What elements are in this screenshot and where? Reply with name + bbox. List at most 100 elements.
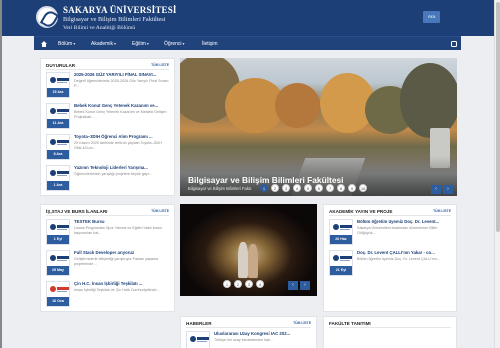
chevron-down-icon: ▾ bbox=[182, 42, 185, 46]
divider bbox=[46, 215, 169, 216]
date-badge: 1 Eyl bbox=[47, 235, 69, 244]
item-title[interactable]: Yazının Teknoloji Liderleri Yarışma... bbox=[74, 165, 169, 170]
slide-prev-button[interactable]: ‹ bbox=[431, 185, 441, 194]
page-scrollbar[interactable] bbox=[494, 0, 500, 348]
slide-page-5[interactable]: 5 bbox=[304, 184, 312, 192]
item-description: Geliştirmelerle bilişimliği yarıştırıyor… bbox=[74, 257, 159, 267]
item-title[interactable]: Uluslararası Uzay Kongresi IAC 202... bbox=[214, 331, 311, 336]
divider bbox=[186, 327, 311, 328]
list-item[interactable]: 29 May Full Stack Developer arıyoruz Gel… bbox=[46, 250, 169, 278]
list-item[interactable]: Uluslararası Uzay Kongresi IAC 202... Tü… bbox=[186, 331, 311, 348]
all-list-link[interactable]: TÜM LİSTE bbox=[151, 63, 169, 67]
date-badge: 16 Oca bbox=[47, 297, 69, 306]
all-list-link[interactable]: TÜM LİSTE bbox=[293, 321, 311, 325]
academic-thumbnail: 26 Haz bbox=[329, 219, 353, 245]
news-thumbnail bbox=[186, 331, 210, 348]
slide-page-2[interactable]: 2 bbox=[271, 184, 279, 192]
nav-item-ogrenci[interactable]: Öğrenci▾ bbox=[164, 37, 184, 51]
slide-page-7[interactable]: 7 bbox=[326, 184, 334, 192]
jobs-panel: İŞ,STAJ VE BURS İLANLARI TÜM LİSTE 1 Eyl… bbox=[40, 204, 175, 312]
divider bbox=[329, 327, 451, 328]
list-item[interactable]: 8 Ara Toyota–3DIH Öğrenci Alım Programı … bbox=[46, 134, 169, 162]
nav-item-egitim[interactable]: Eğitim▾ bbox=[132, 37, 149, 51]
list-item[interactable]: 15 Ara 2025-2026 GÜZ YARIYILI FİNAL SINA… bbox=[46, 72, 169, 100]
nav-item-akademik[interactable]: Akademik▾ bbox=[91, 37, 116, 51]
site-header: SAKARYA ÜNİVERSİTESİ Bilgisayar ve Biliş… bbox=[2, 0, 494, 36]
list-item[interactable]: 1 Ara Yazının Teknoloji Liderleri Yarışm… bbox=[46, 165, 169, 193]
chevron-down-icon: ▾ bbox=[73, 42, 76, 46]
chevron-down-icon: ▾ bbox=[113, 42, 116, 46]
list-item[interactable]: 26 Haz Bölüm öğretim üyemiz Doç. Dr. Lev… bbox=[329, 219, 451, 247]
nav-item-iletisim[interactable]: İletişim bbox=[202, 37, 218, 51]
slide-subtitle: Bilgisayar ve Bilişim Bilimleri Fakü bbox=[188, 186, 252, 191]
date-badge: 15 Ara bbox=[47, 88, 69, 97]
all-list-link[interactable]: TÜM LİSTE bbox=[433, 209, 451, 213]
list-item[interactable]: 21 Eyl Doç. Dr. Levent ÇALLI’nın Yakar -… bbox=[329, 250, 451, 278]
date-badge: 1 Ara bbox=[47, 181, 69, 190]
item-title[interactable]: Bebek Konut Genç Yetenek Kazanım ve... bbox=[74, 103, 169, 108]
academic-thumbnail: 21 Eyl bbox=[329, 250, 353, 276]
slide-page-8[interactable]: 8 bbox=[337, 184, 345, 192]
slide-next-button[interactable]: › bbox=[443, 185, 453, 194]
item-description: Bölüm öğretim üyemiz Doç. Dr. Levent ÇAL… bbox=[357, 257, 441, 261]
date-badge: 26 Haz bbox=[330, 235, 352, 244]
video-gallery[interactable]: 1 2 3 4 ‹ › bbox=[180, 204, 317, 296]
search-button[interactable]: Ara bbox=[423, 11, 440, 23]
home-icon[interactable] bbox=[41, 41, 47, 47]
instagram-icon[interactable] bbox=[451, 41, 457, 47]
slide-page-3[interactable]: 3 bbox=[282, 184, 290, 192]
panel-title: HABERLER bbox=[186, 321, 212, 326]
divider bbox=[46, 69, 169, 70]
item-description: İnsan İşbirliği Teşkilatı ve Çin Halk Cu… bbox=[74, 288, 160, 292]
list-item[interactable]: 11 Ara Bebek Konut Genç Yetenek Kazanım … bbox=[46, 103, 169, 131]
divider bbox=[329, 215, 451, 216]
date-badge: 11 Ara bbox=[47, 119, 69, 128]
slide-page-6[interactable]: 6 bbox=[315, 184, 323, 192]
announcement-thumbnail: 15 Ara bbox=[46, 72, 70, 98]
date-badge: 29 May bbox=[47, 266, 69, 275]
announcement-thumbnail: 11 Ara bbox=[46, 103, 70, 129]
item-description: 29 Kasım 2025 tarihinde terörün yapılan … bbox=[74, 141, 162, 151]
item-title[interactable]: Çin H.C. İnsan İşbirliği Teşkilatı ... bbox=[74, 281, 169, 286]
item-description: Sakarya Üniversitesi tarafından düzenlen… bbox=[357, 226, 438, 236]
item-description: Öğrencilerimizin yarıştığı projelere büy… bbox=[74, 172, 152, 176]
date-badge: 8 Ara bbox=[47, 150, 69, 159]
gallery-page-2[interactable]: 2 bbox=[234, 280, 242, 288]
panel-title: DUYURULAR bbox=[46, 63, 76, 68]
faculty-intro-panel: FAKÜLTE TANITIMI bbox=[323, 316, 457, 348]
scrollbar-thumb[interactable] bbox=[496, 2, 500, 232]
item-title[interactable]: 2025-2026 GÜZ YARIYILI FİNAL SINAVI... bbox=[74, 72, 169, 77]
date-badge: 21 Eyl bbox=[330, 266, 352, 275]
slide-page-1[interactable]: 1 bbox=[260, 184, 268, 192]
window-edge bbox=[0, 0, 2, 348]
gallery-page-3[interactable]: 3 bbox=[245, 280, 253, 288]
job-thumbnail: 1 Eyl bbox=[46, 219, 70, 245]
nav-item-bolum[interactable]: Bölüm▾ bbox=[58, 37, 75, 51]
item-description: Değerli öğrencilerimiz 2025-2026 Güz Yar… bbox=[74, 79, 169, 89]
gallery-prev-button[interactable]: ‹ bbox=[288, 281, 298, 290]
gallery-page-1[interactable]: 1 bbox=[223, 280, 231, 288]
item-title[interactable]: Bölüm öğretim üyemiz Doç. Dr. Levent... bbox=[357, 219, 451, 224]
gallery-next-button[interactable]: › bbox=[300, 281, 310, 290]
university-name: SAKARYA ÜNİVERSİTESİ bbox=[63, 5, 177, 15]
item-description: Lisans Programları Spor Yarıma ve Eğitim… bbox=[74, 226, 162, 236]
item-title[interactable]: Full Stack Developer arıyoruz bbox=[74, 250, 169, 255]
slide-page-10[interactable]: 10 bbox=[359, 184, 367, 192]
job-thumbnail: 16 Oca bbox=[46, 281, 70, 307]
slide-page-9[interactable]: 9 bbox=[348, 184, 356, 192]
gallery-page-4[interactable]: 4 bbox=[256, 280, 264, 288]
faculty-name: Bilgisayar ve Bilişim Bilimleri Fakültes… bbox=[63, 16, 166, 23]
all-list-link[interactable]: TÜM LİSTE bbox=[151, 209, 169, 213]
list-item[interactable]: 16 Oca Çin H.C. İnsan İşbirliği Teşkilat… bbox=[46, 281, 169, 309]
hero-slider[interactable]: Bilgisayar ve Bilişim Bilimleri Fakültes… bbox=[180, 58, 457, 196]
item-description: Bebek Konut Genç Yetenek Kazanım ve Mesl… bbox=[74, 110, 167, 120]
list-item[interactable]: 1 Eyl TESTEK Bursu Lisans Programları Sp… bbox=[46, 219, 169, 247]
item-title[interactable]: TESTEK Bursu bbox=[74, 219, 169, 224]
item-title[interactable]: Toyota–3DIH Öğrenci Alım Programı ... bbox=[74, 134, 169, 139]
announcement-thumbnail: 8 Ara bbox=[46, 134, 70, 160]
item-description: Türkiye’nin uzay ekosistemine katı... bbox=[214, 338, 274, 342]
item-title[interactable]: Doç. Dr. Levent ÇALLI’nın Yakar - co... bbox=[357, 250, 451, 255]
announcement-thumbnail: 1 Ara bbox=[46, 165, 70, 191]
university-logo-icon[interactable] bbox=[36, 6, 58, 28]
slide-page-4[interactable]: 4 bbox=[293, 184, 301, 192]
